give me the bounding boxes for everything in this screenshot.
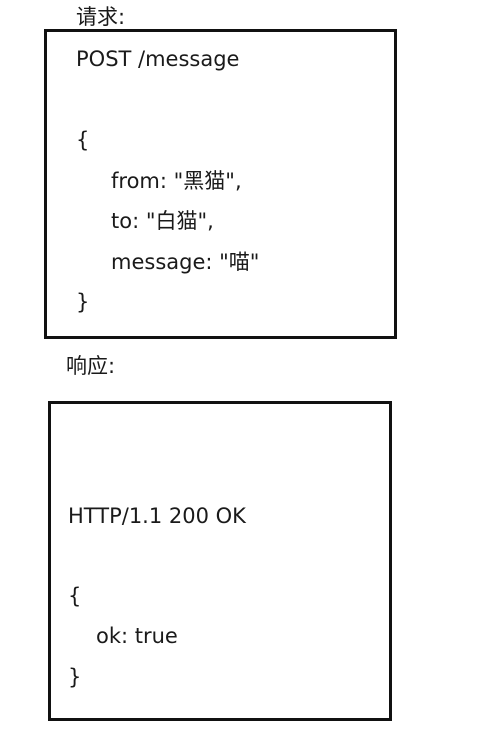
request-line: message: "喵" <box>111 250 260 274</box>
response-line: } <box>68 665 82 689</box>
response-line: ok: true <box>96 624 178 648</box>
request-line: { <box>76 128 90 152</box>
request-label: 请求: <box>76 5 126 29</box>
response-line: { <box>68 584 82 608</box>
response-label: 响应: <box>66 354 116 378</box>
response-line: HTTP/1.1 200 OK <box>68 504 246 528</box>
request-line: POST /message <box>76 47 240 71</box>
request-line: } <box>76 290 90 314</box>
request-line: from: "黑猫", <box>111 169 242 193</box>
request-line: to: "白猫", <box>111 209 214 233</box>
response-box <box>48 401 392 721</box>
